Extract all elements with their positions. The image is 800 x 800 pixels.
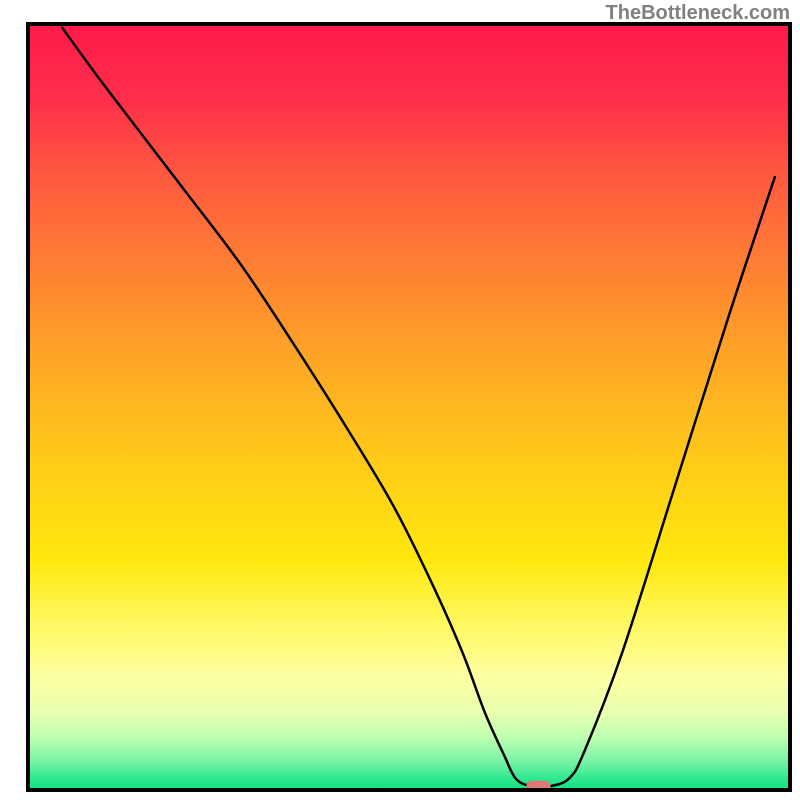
- watermark-text: TheBottleneck.com: [606, 2, 790, 25]
- gradient-background: [28, 24, 790, 790]
- bottleneck-chart: [0, 0, 800, 800]
- chart-container: TheBottleneck.com: [0, 0, 800, 800]
